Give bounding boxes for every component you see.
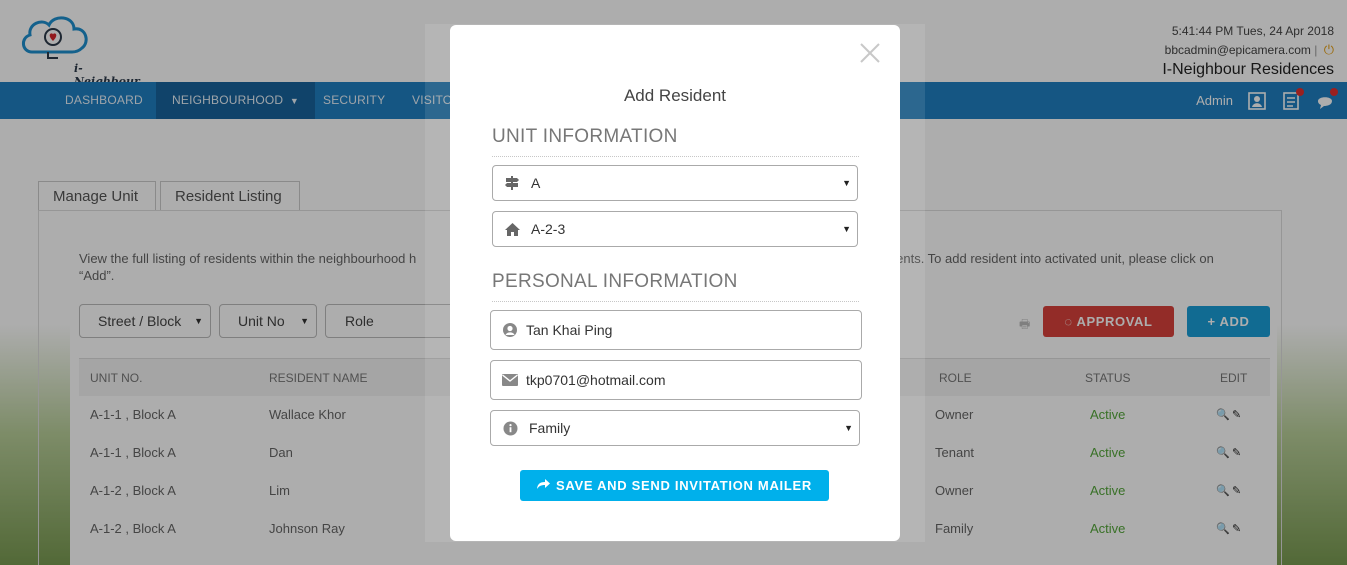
unit-information-heading: UNIT INFORMATION	[492, 126, 678, 147]
caret-down-icon: ▼	[842, 178, 851, 188]
unit-select[interactable]: A-2-3 ▼	[492, 211, 858, 247]
modal-title: Add Resident	[623, 86, 727, 105]
section-divider	[492, 301, 859, 302]
street-select-value: A	[531, 175, 541, 191]
signpost-icon	[503, 166, 521, 200]
role-select-modal[interactable]: Family ▼	[490, 410, 860, 446]
email-field[interactable]	[490, 360, 862, 400]
street-select[interactable]: A ▼	[492, 165, 858, 201]
section-divider	[492, 156, 859, 157]
save-and-send-label: SAVE AND SEND INVITATION MAILER	[556, 478, 812, 493]
name-input[interactable]	[526, 322, 846, 338]
unit-select-value: A-2-3	[531, 221, 566, 237]
user-icon	[501, 311, 519, 349]
caret-down-icon: ▼	[842, 224, 851, 234]
info-icon	[501, 411, 519, 445]
caret-down-icon: ▼	[844, 423, 853, 433]
save-and-send-button[interactable]: SAVE AND SEND INVITATION MAILER	[520, 470, 829, 501]
email-input[interactable]	[526, 372, 846, 388]
personal-information-heading: PERSONAL INFORMATION	[492, 271, 738, 292]
share-arrow-icon	[537, 478, 551, 493]
home-icon	[503, 212, 521, 246]
close-icon[interactable]	[858, 41, 882, 65]
envelope-icon	[501, 361, 519, 399]
role-select-modal-value: Family	[529, 420, 571, 436]
name-field[interactable]	[490, 310, 862, 350]
